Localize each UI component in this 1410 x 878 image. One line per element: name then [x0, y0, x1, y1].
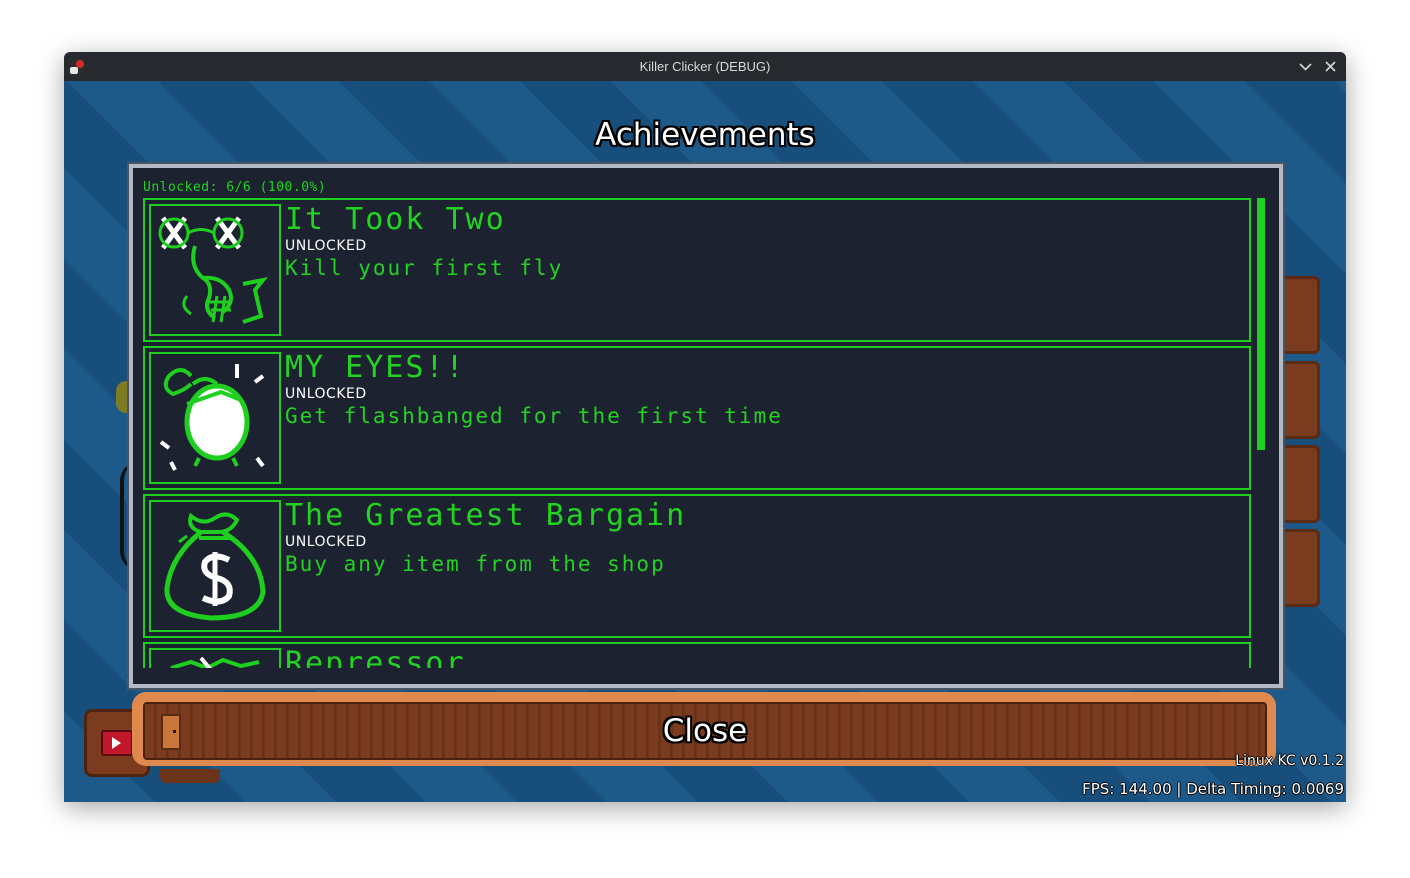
achievement-status: UNLOCKED — [285, 238, 367, 254]
flashbang-icon — [149, 352, 281, 484]
close-icon[interactable] — [1321, 57, 1340, 76]
achievement-item: Repressor — [143, 642, 1251, 668]
achievement-title: The Greatest Bargain — [285, 498, 687, 533]
achievement-description: Buy any item from the shop — [285, 552, 666, 576]
achievement-title: Repressor — [285, 646, 466, 668]
repressor-icon — [149, 648, 281, 668]
close-button-label: Close — [662, 713, 748, 749]
achievement-item: It Took Two UNLOCKED Kill your first fly — [143, 198, 1251, 342]
unlocked-summary: Unlocked: 6/6 (100.0%) — [143, 180, 327, 195]
achievements-scrollbar[interactable] — [1257, 198, 1265, 450]
minimize-chevron-icon[interactable] — [1296, 57, 1315, 76]
play-icon — [101, 730, 133, 756]
achievement-item: The Greatest Bargain UNLOCKED Buy any it… — [143, 494, 1251, 638]
achievement-description: Kill your first fly — [285, 256, 564, 280]
app-window: Killer Clicker (DEBUG) Achievements Unlo… — [64, 52, 1346, 802]
game-canvas: Achievements Unlocked: 6/6 (100.0%) It T… — [64, 81, 1346, 802]
achievement-title: MY EYES!! — [285, 350, 466, 385]
title-bar[interactable]: Killer Clicker (DEBUG) — [64, 52, 1346, 81]
close-button-face[interactable]: Close — [143, 702, 1267, 760]
money-bag-icon — [149, 500, 281, 632]
dead-fly-icon — [149, 204, 281, 336]
achievements-panel[interactable]: Unlocked: 6/6 (100.0%) It Took Two UNLOC… — [127, 162, 1285, 690]
background-decoration — [160, 769, 220, 783]
close-button[interactable]: Close — [132, 692, 1276, 766]
achievements-list[interactable]: It Took Two UNLOCKED Kill your first fly — [143, 198, 1255, 668]
achievement-title: It Took Two — [285, 202, 506, 237]
achievement-status: UNLOCKED — [285, 386, 367, 402]
version-label: Linux KC v0.1.2 — [1235, 753, 1344, 769]
fps-counter: FPS: 144.00 | Delta Timing: 0.0069 — [1082, 780, 1344, 798]
achievement-status: UNLOCKED — [285, 534, 367, 550]
achievement-item: MY EYES!! UNLOCKED Get flashbanged for t… — [143, 346, 1251, 490]
page-title: Achievements — [595, 117, 815, 153]
achievement-description: Get flashbanged for the first time — [285, 404, 783, 428]
window-title: Killer Clicker (DEBUG) — [639, 59, 771, 74]
